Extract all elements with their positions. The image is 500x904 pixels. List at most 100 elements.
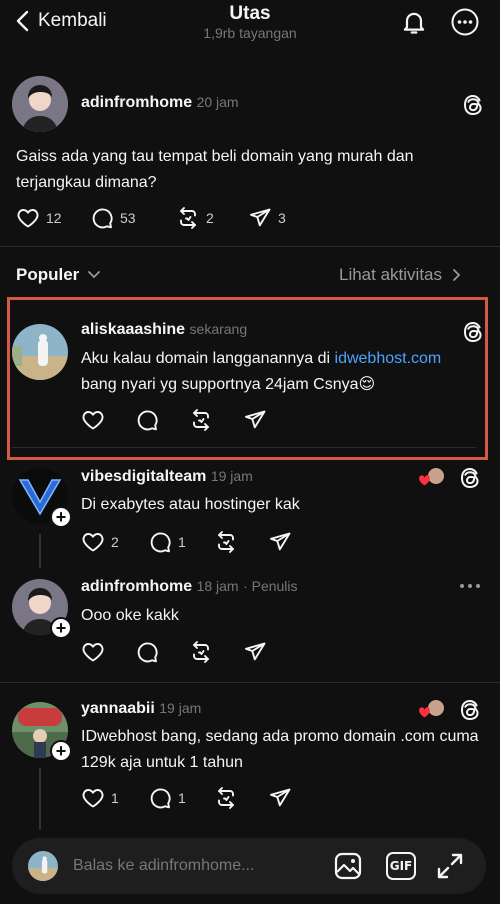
comment-count: 1 bbox=[178, 534, 186, 550]
divider bbox=[0, 682, 500, 683]
like-button[interactable]: 1 bbox=[81, 786, 148, 810]
repost-count: 2 bbox=[206, 210, 214, 226]
share-button[interactable] bbox=[268, 786, 292, 810]
repost-icon bbox=[176, 206, 200, 230]
timestamp: sekarang bbox=[189, 321, 248, 337]
like-button[interactable]: 12 bbox=[16, 206, 90, 230]
expand-icon[interactable] bbox=[436, 852, 464, 880]
idwebhost-link[interactable]: idwebhost.com bbox=[335, 350, 442, 367]
gif-button[interactable]: GIF bbox=[386, 852, 416, 880]
image-icon[interactable] bbox=[334, 852, 362, 880]
reply-composer: Balas ke adinfromhome... GIF bbox=[12, 838, 486, 894]
sort-label: Populer bbox=[16, 265, 80, 284]
threads-icon[interactable] bbox=[461, 320, 485, 344]
notifications-bell-icon[interactable] bbox=[400, 8, 428, 36]
avatar[interactable] bbox=[12, 324, 68, 380]
chevron-right-icon bbox=[453, 269, 461, 281]
reply-actions bbox=[81, 408, 267, 432]
heart-icon[interactable] bbox=[81, 408, 105, 432]
reply-header: aliskaaashine sekarang bbox=[81, 321, 247, 339]
repost-button[interactable]: 2 bbox=[176, 206, 248, 230]
repost-button[interactable] bbox=[214, 786, 268, 810]
reply-actions bbox=[81, 640, 267, 664]
reply-header: vibesdigitalteam 19 jam bbox=[81, 468, 253, 486]
timestamp: 19 jam bbox=[159, 700, 202, 716]
comment-button[interactable]: 1 bbox=[148, 530, 214, 554]
reply-text-part: bang nyari yg supportnya 24jam Csnya😌 bbox=[81, 376, 376, 393]
heart-icon[interactable] bbox=[81, 640, 105, 664]
more-options-icon[interactable] bbox=[458, 574, 482, 598]
comment-icon bbox=[90, 206, 114, 230]
comment-count: 1 bbox=[178, 790, 186, 806]
activity-label: Lihat aktivitas bbox=[339, 265, 442, 284]
heart-icon bbox=[16, 206, 40, 230]
username[interactable]: yannaabii bbox=[81, 700, 155, 717]
username[interactable]: vibesdigitalteam bbox=[81, 468, 206, 485]
post-text: Gaiss ada yang tau tempat beli domain ya… bbox=[16, 148, 414, 191]
red-heart-icon bbox=[419, 475, 430, 486]
share-count: 3 bbox=[278, 210, 286, 226]
like-button[interactable]: 2 bbox=[81, 530, 148, 554]
reply-header: yannaabii 19 jam bbox=[81, 700, 201, 718]
username[interactable]: aliskaaashine bbox=[81, 321, 185, 338]
comment-count: 53 bbox=[120, 210, 136, 226]
divider bbox=[12, 447, 476, 448]
repost-icon[interactable] bbox=[189, 640, 213, 664]
heart-icon bbox=[81, 786, 105, 810]
like-count: 1 bbox=[111, 790, 119, 806]
comment-icon[interactable] bbox=[135, 640, 159, 664]
like-count: 2 bbox=[111, 534, 119, 550]
repost-icon bbox=[214, 530, 238, 554]
follow-plus-icon[interactable]: + bbox=[50, 740, 72, 762]
share-icon bbox=[268, 530, 292, 554]
reply-actions: 2 1 bbox=[81, 530, 292, 554]
comment-icon bbox=[148, 786, 172, 810]
share-icon bbox=[268, 786, 292, 810]
reply-text: Ooo oke kakk bbox=[81, 607, 179, 624]
sort-dropdown[interactable]: Populer bbox=[16, 265, 101, 285]
author-tag: · Penulis bbox=[243, 578, 298, 594]
follow-plus-icon[interactable]: + bbox=[50, 506, 72, 528]
chevron-down-icon bbox=[88, 271, 101, 279]
heart-icon bbox=[81, 530, 105, 554]
repost-button[interactable] bbox=[214, 530, 268, 554]
comment-button[interactable]: 53 bbox=[90, 206, 176, 230]
view-activity-link[interactable]: Lihat aktivitas bbox=[339, 265, 461, 285]
username[interactable]: adinfromhome bbox=[81, 578, 192, 595]
like-count: 12 bbox=[46, 210, 62, 226]
share-button[interactable] bbox=[268, 530, 292, 554]
share-icon[interactable] bbox=[243, 408, 267, 432]
thread-line bbox=[39, 534, 41, 568]
reply-actions: 1 1 bbox=[81, 786, 292, 810]
more-options-icon[interactable] bbox=[450, 7, 480, 37]
share-icon bbox=[248, 206, 272, 230]
liked-by-avatars bbox=[418, 466, 448, 488]
timestamp: 18 jam bbox=[196, 578, 239, 594]
comment-icon bbox=[148, 530, 172, 554]
share-button[interactable]: 3 bbox=[248, 206, 286, 230]
avatar bbox=[28, 851, 58, 881]
liked-by-avatars bbox=[418, 698, 448, 720]
threads-icon[interactable] bbox=[458, 698, 482, 722]
threads-icon[interactable] bbox=[461, 93, 485, 117]
repost-icon bbox=[214, 786, 238, 810]
timestamp: 19 jam bbox=[210, 468, 253, 484]
repost-icon[interactable] bbox=[189, 408, 213, 432]
threads-icon[interactable] bbox=[458, 466, 482, 490]
comment-button[interactable]: 1 bbox=[148, 786, 214, 810]
username[interactable]: adinfromhome bbox=[81, 94, 192, 111]
post-header: adinfromhome 20 jam bbox=[81, 94, 239, 112]
red-heart-icon bbox=[419, 707, 430, 718]
post-actions: 12 53 2 3 bbox=[16, 206, 286, 230]
share-icon[interactable] bbox=[243, 640, 267, 664]
reply-text-part: Aku kalau domain langganannya di bbox=[81, 350, 335, 367]
thread-line bbox=[39, 768, 41, 830]
follow-plus-icon[interactable]: + bbox=[50, 617, 72, 639]
reply-input[interactable]: Balas ke adinfromhome... bbox=[73, 857, 254, 875]
avatar[interactable] bbox=[12, 76, 68, 132]
reply-text: Di exabytes atau hostinger kak bbox=[81, 496, 300, 513]
divider bbox=[0, 246, 500, 247]
reply-text: IDwebhost bang, sedang ada promo domain … bbox=[81, 728, 479, 771]
reply-header: adinfromhome 18 jam · Penulis bbox=[81, 578, 298, 596]
comment-icon[interactable] bbox=[135, 408, 159, 432]
